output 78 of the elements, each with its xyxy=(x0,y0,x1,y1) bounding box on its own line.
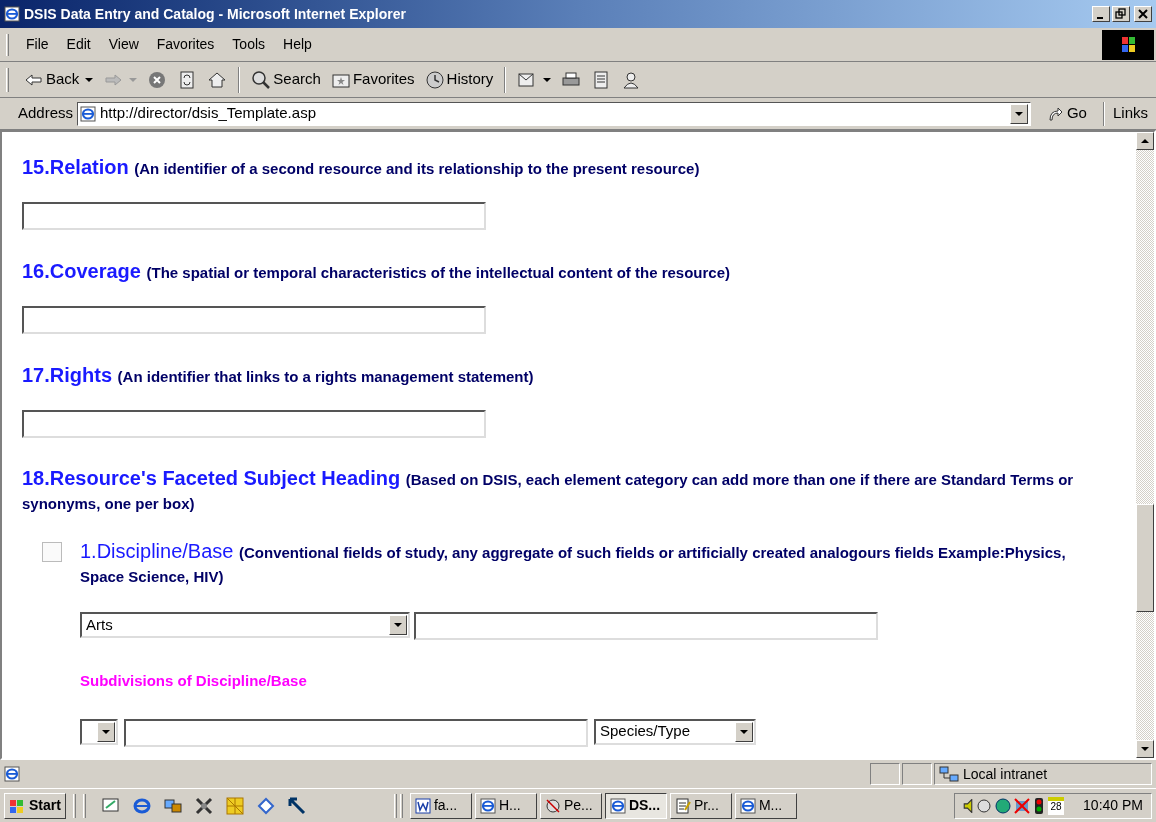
scroll-thumb[interactable] xyxy=(1136,504,1154,612)
menu-item[interactable]: Edit xyxy=(57,34,100,55)
menu-item[interactable]: File xyxy=(17,34,58,55)
scroll-up-icon[interactable] xyxy=(1136,132,1154,150)
menu-item[interactable]: Favorites xyxy=(147,34,224,55)
start-button[interactable]: Start xyxy=(4,792,66,819)
windows-logo-icon xyxy=(1102,29,1154,60)
window-title: DSIS Data Entry and Catalog - Microsoft Internet Explorer xyxy=(24,4,406,24)
page-status-icon xyxy=(4,766,20,782)
page-icon xyxy=(80,105,97,122)
section-heading: 17.Rights (An identifier that links to a rights management statement) xyxy=(22,363,535,388)
text-field[interactable] xyxy=(22,410,486,438)
taskbar-button[interactable]: H... xyxy=(474,792,537,819)
text-field[interactable] xyxy=(124,718,588,747)
section-heading: 16.Coverage (The spatial or temporal characteristics of the intellectual content of the resource) xyxy=(22,259,731,284)
curved-arrow-icon xyxy=(1046,105,1063,122)
menu-item[interactable]: View xyxy=(99,34,148,55)
links-button[interactable]: Links xyxy=(1108,102,1152,125)
scrollbar[interactable] xyxy=(1136,132,1154,758)
grid-icon[interactable] xyxy=(224,795,245,816)
close-button[interactable] xyxy=(1134,6,1152,22)
address-label: Address xyxy=(18,103,74,124)
network-error-icon xyxy=(1014,797,1031,814)
status-pane xyxy=(870,763,900,785)
taskbar-button[interactable]: fa... xyxy=(409,792,472,819)
zone-label: Local intranet xyxy=(963,764,1048,784)
subdivisions-heading: Subdivisions of Discipline/Base xyxy=(80,671,308,691)
tray-app-icon xyxy=(976,797,993,814)
subdivision-select[interactable] xyxy=(80,718,118,745)
restore-icon xyxy=(1115,8,1127,20)
address-field[interactable]: http://director/dsis_Template.asp xyxy=(77,101,1031,126)
scroll-down-icon[interactable] xyxy=(1136,740,1154,758)
history-icon xyxy=(424,69,445,90)
menu-item[interactable]: Tools xyxy=(223,34,275,55)
speaker-icon xyxy=(963,798,974,813)
notepad-icon xyxy=(674,797,691,814)
category-select[interactable]: Arts xyxy=(80,612,410,638)
taskbar-button[interactable]: DS... xyxy=(604,792,667,819)
calendar-date: 28 xyxy=(1048,796,1065,815)
back-button[interactable]: Back xyxy=(21,68,97,91)
favorites-button[interactable]: Favorites xyxy=(327,68,418,91)
taskbar-button[interactable]: M... xyxy=(734,792,797,819)
traffic-light-icon xyxy=(1033,797,1046,814)
search-icon xyxy=(251,69,272,90)
app-icon xyxy=(544,797,561,814)
pointer-icon[interactable] xyxy=(286,795,307,816)
type-select[interactable]: Species/Type xyxy=(594,718,756,745)
go-button[interactable]: Go xyxy=(1034,102,1099,125)
document-icon xyxy=(414,797,431,814)
facet-heading: 1.Discipline/Base (Conventional fields of study, any aggregate of such fields or artificially created analogours fields Example:Physics, Space Science, HIV) xyxy=(80,540,1067,587)
close-icon xyxy=(1137,8,1149,20)
stop-icon xyxy=(147,69,168,90)
history-button[interactable]: History xyxy=(421,68,497,91)
menu-item[interactable]: Help xyxy=(274,34,321,55)
section-heading: 18.Resource's Faceted Subject Heading (Based on DSIS, each element category can add more than one if there are Standard Terms or synonyms, one per box) xyxy=(22,466,1075,514)
people-icon xyxy=(621,69,642,90)
ie-icon xyxy=(609,797,626,814)
network-icon xyxy=(939,766,959,782)
text-field[interactable] xyxy=(414,612,878,640)
ie-logo-icon xyxy=(4,6,20,22)
text-field[interactable] xyxy=(22,306,486,334)
windows-logo-icon xyxy=(9,797,25,814)
ie-icon xyxy=(479,797,496,814)
caret-icon xyxy=(543,77,552,82)
taskbar-button[interactable]: Pr... xyxy=(669,792,732,819)
restore-button[interactable] xyxy=(1112,6,1130,22)
checkbox[interactable] xyxy=(42,542,62,562)
status-pane xyxy=(902,763,932,785)
clock: 10:40 PM xyxy=(1083,796,1143,815)
search-button[interactable]: Search xyxy=(248,68,324,91)
text-field[interactable] xyxy=(22,202,486,230)
minimize-icon xyxy=(1096,17,1103,19)
taskbar-button[interactable]: Pe... xyxy=(539,792,602,819)
minimize-button[interactable] xyxy=(1092,6,1110,22)
caret-icon xyxy=(129,77,138,82)
caret-icon xyxy=(85,77,94,82)
section-heading: 15.Relation (An identifier of a second resource and its relationship to the present resource) xyxy=(22,155,701,180)
ie-icon xyxy=(739,797,756,814)
